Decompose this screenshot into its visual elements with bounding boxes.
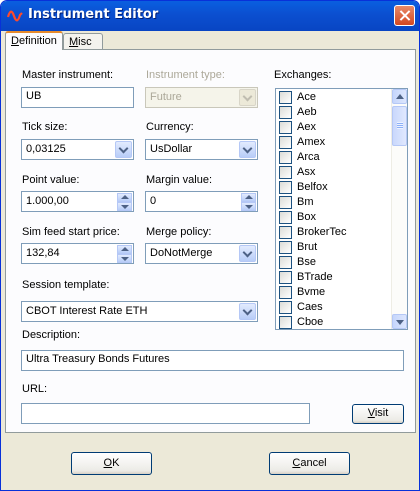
- chevron-down-icon[interactable]: [239, 245, 256, 262]
- exchanges-list[interactable]: Ace Aeb Aex Amex Arca Asx Belfox Bm Box …: [275, 88, 408, 330]
- close-button[interactable]: [394, 5, 415, 26]
- checkbox-icon[interactable]: [279, 316, 292, 329]
- merge-policy-label: Merge policy:: [146, 226, 212, 238]
- checkbox-icon[interactable]: [279, 301, 292, 314]
- exchange-label: Asx: [297, 166, 316, 178]
- checkbox-icon[interactable]: [279, 211, 292, 224]
- exchange-label: Bse: [297, 256, 316, 268]
- instrument-type-select: Future: [145, 87, 258, 108]
- tab-definition-label: efinition: [18, 35, 57, 47]
- chevron-down-icon[interactable]: [115, 141, 132, 158]
- exchanges-label: Exchanges:: [274, 69, 332, 81]
- exchange-label: Ace: [297, 91, 316, 103]
- app-icon: [7, 10, 23, 22]
- window-title: Instrument Editor: [28, 7, 159, 22]
- spin-down-icon[interactable]: [117, 202, 132, 211]
- description-field[interactable]: Ultra Treasury Bonds Futures: [21, 350, 404, 371]
- checkbox-icon[interactable]: [279, 181, 292, 194]
- exchange-label: Aex: [297, 121, 316, 133]
- currency-select[interactable]: UsDollar: [145, 139, 258, 160]
- url-label: URL:: [22, 383, 48, 395]
- point-value-stepper[interactable]: 1.000,00: [21, 191, 134, 212]
- checkbox-icon[interactable]: [279, 226, 292, 239]
- visit-button[interactable]: Visit: [352, 404, 404, 424]
- chevron-down-icon: [239, 89, 256, 106]
- visit-accel: V: [367, 407, 375, 419]
- currency-value: UsDollar: [150, 143, 193, 155]
- sim-feed-start-price-label: Sim feed start price:: [22, 226, 120, 238]
- tick-size-value: 0,03125: [26, 143, 66, 155]
- spin-down-icon[interactable]: [117, 254, 132, 263]
- description-label: Description:: [22, 329, 81, 341]
- checkbox-icon[interactable]: [279, 166, 292, 179]
- checkbox-icon[interactable]: [279, 136, 292, 149]
- tab-definition[interactable]: Definition: [5, 31, 63, 50]
- ok-button[interactable]: OK: [71, 452, 152, 475]
- exchange-label: Caes: [297, 301, 323, 313]
- instrument-type-value: Future: [150, 91, 182, 103]
- chevron-down-icon[interactable]: [239, 303, 256, 320]
- ok-label: K: [112, 457, 120, 469]
- scroll-up-icon[interactable]: [392, 89, 407, 104]
- checkbox-icon[interactable]: [279, 91, 292, 104]
- definition-panel: Master instrument: UB Instrument type: F…: [5, 49, 416, 433]
- visit-label: isit: [374, 407, 389, 419]
- exchange-label: Cboe: [297, 316, 324, 328]
- instrument-type-label: Instrument type:: [146, 69, 225, 81]
- checkbox-icon[interactable]: [279, 271, 292, 284]
- exchange-label: BrokerTec: [297, 226, 347, 238]
- checkbox-icon[interactable]: [279, 106, 292, 119]
- cancel-button[interactable]: Cancel: [269, 452, 350, 475]
- exchange-label: Brut: [297, 241, 318, 253]
- checkbox-icon[interactable]: [279, 121, 292, 134]
- exchange-label: Box: [297, 211, 316, 223]
- exchange-label: Bm: [297, 196, 314, 208]
- sim-feed-start-price-value: 132,84: [26, 247, 60, 259]
- scroll-down-icon[interactable]: [392, 314, 407, 329]
- checkbox-icon[interactable]: [279, 241, 292, 254]
- margin-value-label: Margin value:: [146, 174, 213, 186]
- tick-size-select[interactable]: 0,03125: [21, 139, 134, 160]
- session-template-label: Session template:: [22, 279, 110, 291]
- cancel-label: ancel: [300, 457, 327, 469]
- master-instrument-field[interactable]: UB: [21, 87, 134, 108]
- master-instrument-label: Master instrument:: [22, 69, 114, 81]
- checkbox-icon[interactable]: [279, 151, 292, 164]
- margin-value-stepper[interactable]: 0: [145, 191, 258, 212]
- merge-policy-value: DoNotMerge: [150, 247, 213, 259]
- checkbox-icon[interactable]: [279, 286, 292, 299]
- checkbox-icon[interactable]: [279, 256, 292, 269]
- point-value-value: 1.000,00: [26, 195, 69, 207]
- sim-feed-start-price-stepper[interactable]: 132,84: [21, 243, 134, 264]
- session-template-select[interactable]: CBOT Interest Rate ETH: [21, 301, 258, 322]
- point-value-label: Point value:: [22, 174, 80, 186]
- scroll-thumb[interactable]: [392, 106, 407, 146]
- currency-label: Currency:: [146, 121, 194, 133]
- exchange-label: Bvme: [297, 286, 326, 298]
- spin-up-icon[interactable]: [117, 193, 132, 202]
- tab-definition-accel: D: [11, 35, 19, 47]
- instrument-editor-window: Instrument Editor Definition Misc Master…: [0, 0, 420, 491]
- url-field[interactable]: [21, 403, 310, 424]
- spin-up-icon[interactable]: [241, 193, 256, 202]
- exchange-label: BTrade: [297, 271, 333, 283]
- title-bar[interactable]: Instrument Editor: [1, 1, 419, 31]
- exchanges-scrollbar[interactable]: [391, 89, 407, 329]
- checkbox-icon[interactable]: [279, 196, 292, 209]
- session-template-value: CBOT Interest Rate ETH: [26, 305, 148, 317]
- tab-misc-label: isc: [78, 36, 92, 48]
- merge-policy-select[interactable]: DoNotMerge: [145, 243, 258, 264]
- exchange-label: Aeb: [297, 106, 317, 118]
- ok-accel: O: [103, 457, 113, 469]
- spin-up-icon[interactable]: [117, 245, 132, 254]
- chevron-down-icon[interactable]: [239, 141, 256, 158]
- exchange-label: Belfox: [297, 181, 328, 193]
- spin-down-icon[interactable]: [241, 202, 256, 211]
- tick-size-label: Tick size:: [22, 121, 68, 133]
- exchange-label: Amex: [297, 136, 326, 148]
- exchange-label: Arca: [297, 151, 320, 163]
- tab-misc-accel: M: [69, 36, 79, 48]
- margin-value-value: 0: [150, 195, 157, 207]
